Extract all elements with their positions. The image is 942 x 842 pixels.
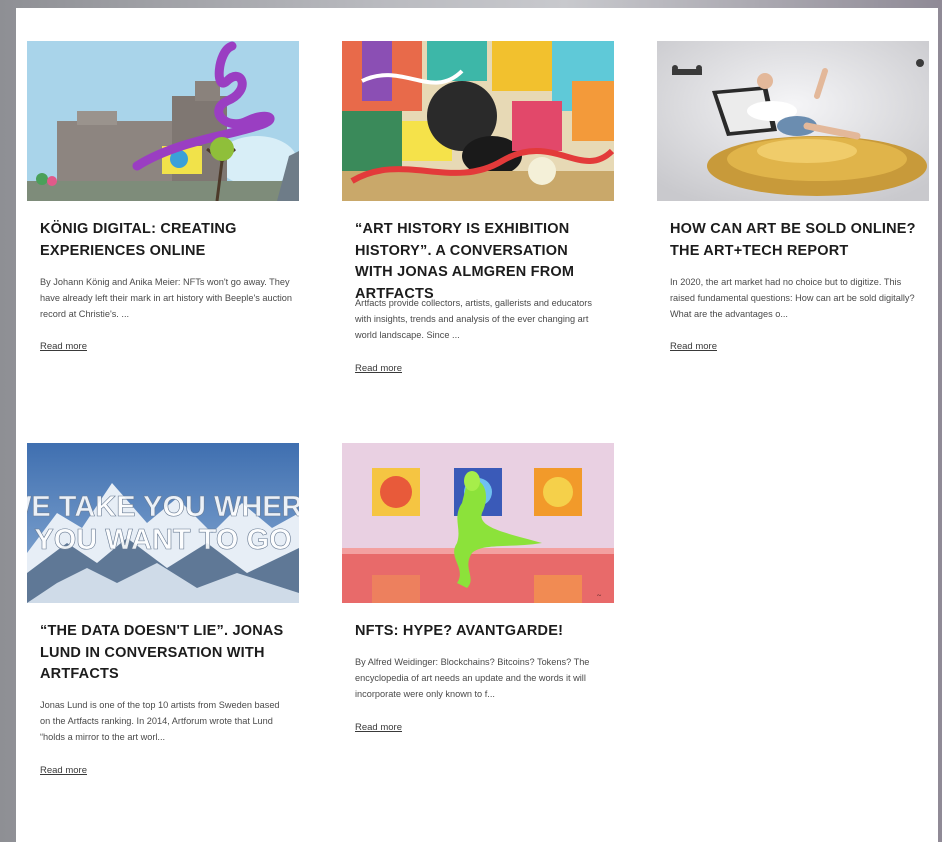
- read-more-link[interactable]: Read more: [40, 765, 87, 776]
- article-title[interactable]: HOW CAN ART BE SOLD ONLINE? THE ART+TECH…: [670, 219, 920, 262]
- image-headline: WE TAKE YOU WHERE: [27, 491, 299, 523]
- read-more-link[interactable]: Read more: [40, 341, 87, 352]
- article-title[interactable]: KÖNIG DIGITAL: CREATING EXPERIENCES ONLI…: [40, 219, 290, 262]
- article-title[interactable]: NFTS: HYPE? AVANTGARDE!: [355, 621, 605, 643]
- article-excerpt: By Alfred Weidinger: Blockchains? Bitcoi…: [355, 657, 590, 699]
- article-image[interactable]: ~: [342, 443, 614, 603]
- article-image[interactable]: [27, 41, 299, 201]
- article-image[interactable]: [657, 41, 929, 201]
- article-excerpt: Artfacts provide collectors, artists, ga…: [355, 298, 592, 340]
- read-more-link[interactable]: Read more: [670, 341, 717, 352]
- article-card: WE TAKE YOU WHERE YOU WANT TO GO “THE DA…: [27, 443, 299, 793]
- article-card: KÖNIG DIGITAL: CREATING EXPERIENCES ONLI…: [27, 41, 299, 371]
- article-card: ~ NFTS: HYPE? AVANTGARDE! By Alfred Weid…: [342, 443, 614, 773]
- image-headline: YOU WANT TO GO: [34, 524, 291, 556]
- article-card: “ART HISTORY IS EXHIBITION HISTORY”. A C…: [342, 41, 614, 391]
- article-grid: KÖNIG DIGITAL: CREATING EXPERIENCES ONLI…: [16, 8, 938, 842]
- article-title[interactable]: “ART HISTORY IS EXHIBITION HISTORY”. A C…: [355, 219, 605, 305]
- read-more-link[interactable]: Read more: [355, 722, 402, 733]
- svg-text:~: ~: [597, 591, 602, 600]
- read-more-link[interactable]: Read more: [355, 363, 402, 374]
- article-title[interactable]: “THE DATA DOESN'T LIE”. JONAS LUND IN CO…: [40, 621, 290, 686]
- article-excerpt: In 2020, the art market had no choice bu…: [670, 277, 915, 319]
- article-image[interactable]: [342, 41, 614, 201]
- article-card: HOW CAN ART BE SOLD ONLINE? THE ART+TECH…: [657, 41, 929, 371]
- article-excerpt: Jonas Lund is one of the top 10 artists …: [40, 700, 280, 742]
- article-image[interactable]: WE TAKE YOU WHERE YOU WANT TO GO: [27, 443, 299, 603]
- article-excerpt: By Johann König and Anika Meier: NFTs wo…: [40, 277, 292, 319]
